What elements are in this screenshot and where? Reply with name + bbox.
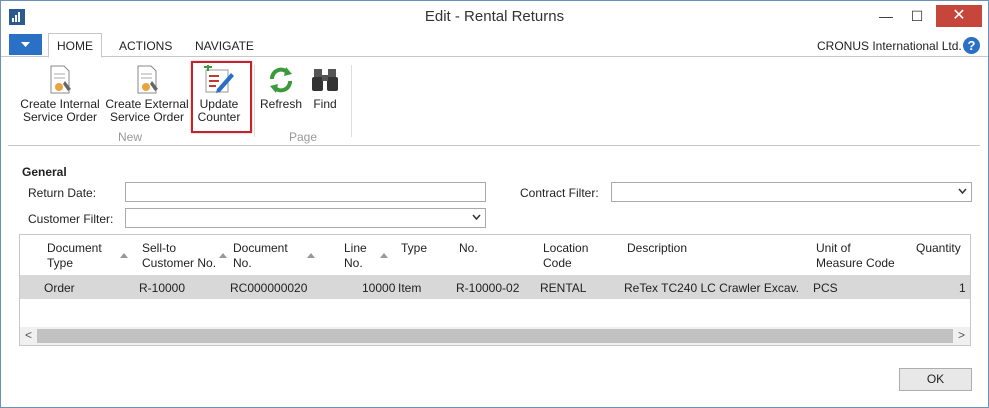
sort-icon <box>219 253 227 258</box>
binoculars-icon <box>312 69 338 91</box>
column-header-type[interactable]: Type <box>401 241 427 256</box>
group-label-new: New <box>118 130 143 144</box>
return-date-input[interactable] <box>125 182 486 202</box>
contract-filter-label: Contract Filter: <box>520 186 599 200</box>
rental-returns-window: Edit - Rental Returns — ☐ ✕ HOME ACTIONS… <box>0 0 989 408</box>
horizontal-scrollbar[interactable]: < > <box>20 327 970 345</box>
create-external-label-line2: Service Order <box>109 110 185 124</box>
cell-type[interactable]: Item <box>398 281 421 295</box>
section-title-general: General <box>22 165 67 179</box>
create-internal-service-order-button[interactable]: Create Internal Service Order <box>19 65 101 124</box>
minimize-button[interactable]: — <box>873 5 899 27</box>
column-header-sell-to-customer-no[interactable]: Sell-to Customer No. <box>142 241 216 271</box>
scroll-right-icon[interactable]: > <box>958 328 965 342</box>
sort-icon <box>307 253 315 258</box>
group-label-page: Page <box>289 130 318 144</box>
column-header-description[interactable]: Description <box>627 241 687 256</box>
window-title: Edit - Rental Returns <box>424 8 565 25</box>
cell-no[interactable]: R-10000-02 <box>456 281 519 295</box>
cell-document-type[interactable]: Order <box>44 281 75 295</box>
tab-actions[interactable]: ACTIONS <box>119 39 172 53</box>
sort-icon <box>120 253 128 258</box>
find-label: Find <box>313 97 337 111</box>
application-menu-button[interactable] <box>9 34 42 55</box>
column-header-line-no[interactable]: Line No. <box>344 241 367 271</box>
document-wrench-icon <box>50 65 71 94</box>
refresh-icon <box>270 67 292 93</box>
maximize-button[interactable]: ☐ <box>904 5 930 27</box>
cell-unit-of-measure-code[interactable]: PCS <box>813 281 838 295</box>
cell-sell-to-customer-no[interactable]: R-10000 <box>139 281 185 295</box>
refresh-label: Refresh <box>259 97 303 111</box>
create-internal-label-line2: Service Order <box>22 110 98 124</box>
ribbon-separator <box>254 65 255 137</box>
scroll-left-icon[interactable]: < <box>25 328 32 342</box>
cell-document-no[interactable]: RC000000020 <box>230 281 307 295</box>
company-name: CRONUS International Ltd. <box>817 39 962 53</box>
cell-location-code[interactable]: RENTAL <box>540 281 586 295</box>
customer-filter-select[interactable] <box>125 208 486 228</box>
ribbon-separator <box>351 65 352 137</box>
refresh-button[interactable]: Refresh <box>259 65 303 111</box>
chevron-down-icon <box>958 188 967 194</box>
chevron-down-icon <box>21 42 30 47</box>
create-external-service-order-button[interactable]: Create External Service Order <box>105 65 189 124</box>
document-wrench-icon <box>137 65 158 94</box>
tab-navigate[interactable]: NAVIGATE <box>195 39 254 53</box>
tab-home[interactable]: HOME <box>48 33 102 58</box>
return-date-label: Return Date: <box>28 186 97 200</box>
chevron-down-icon <box>472 214 481 220</box>
column-header-quantity[interactable]: Quantity <box>916 241 961 256</box>
cell-description[interactable]: ReTex TC240 LC Crawler Excav. <box>624 281 799 295</box>
column-header-no[interactable]: No. <box>459 241 478 256</box>
cell-quantity[interactable]: 1 <box>959 281 966 295</box>
sort-icon <box>380 253 388 258</box>
column-header-location-code[interactable]: Location Code <box>543 241 588 271</box>
find-button[interactable]: Find <box>307 65 343 111</box>
customer-filter-label: Customer Filter: <box>28 212 114 226</box>
title-bar: Edit - Rental Returns — ☐ ✕ <box>1 1 988 32</box>
contract-filter-select[interactable] <box>611 182 972 202</box>
close-button[interactable]: ✕ <box>936 5 982 27</box>
update-counter-highlight <box>191 61 252 133</box>
scrollbar-thumb[interactable] <box>37 329 953 343</box>
cell-line-no[interactable]: 10000 <box>362 281 395 295</box>
rental-returns-lines-grid: Document Type Sell-to Customer No. Documen… <box>19 234 971 346</box>
column-header-document-no[interactable]: Document No. <box>233 241 288 271</box>
column-header-unit-of-measure-code[interactable]: Unit of Measure Code <box>816 241 895 271</box>
ok-button[interactable]: OK <box>899 368 972 391</box>
help-icon[interactable]: ? <box>963 37 980 54</box>
column-header-document-type[interactable]: Document Type <box>47 241 102 271</box>
